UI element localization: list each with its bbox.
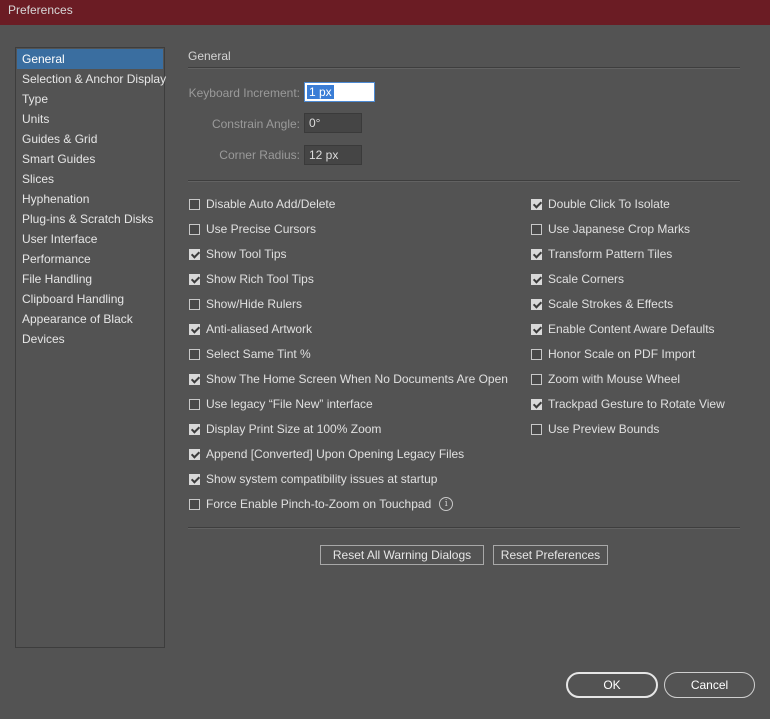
constrain-angle-input[interactable]: 0°: [304, 113, 362, 133]
divider: [188, 527, 740, 529]
divider: [188, 180, 740, 182]
checkbox-box[interactable]: [189, 398, 200, 410]
checkbox-box[interactable]: [531, 373, 542, 385]
checkbox-show-tool-tips[interactable]: Show Tool Tips: [189, 246, 287, 262]
checkbox-box[interactable]: [189, 348, 200, 360]
checkbox-display-print-size[interactable]: Display Print Size at 100% Zoom: [189, 421, 381, 437]
sidebar-item-general[interactable]: General: [17, 49, 163, 69]
checkbox-anti-aliased-artwork[interactable]: Anti-aliased Artwork: [189, 321, 312, 337]
sidebar-item-hyphenation[interactable]: Hyphenation: [17, 189, 163, 209]
title-bar: Preferences: [0, 0, 770, 25]
checkbox-box[interactable]: [189, 273, 200, 285]
checkbox-scale-strokes-effects[interactable]: Scale Strokes & Effects: [531, 296, 673, 312]
cancel-button[interactable]: Cancel: [664, 672, 755, 698]
checkbox-box[interactable]: [189, 323, 200, 335]
checkbox-box[interactable]: [189, 248, 200, 260]
checkbox-show-rich-tool-tips[interactable]: Show Rich Tool Tips: [189, 271, 314, 287]
keyboard-increment-input[interactable]: 1 px: [304, 82, 375, 102]
sidebar-item-clipboard-handling[interactable]: Clipboard Handling: [17, 289, 163, 309]
sidebar-item-plugins-scratch-disks[interactable]: Plug-ins & Scratch Disks: [17, 209, 163, 229]
checkbox-use-japanese-crop-marks[interactable]: Use Japanese Crop Marks: [531, 221, 690, 237]
checkbox-zoom-with-mouse-wheel[interactable]: Zoom with Mouse Wheel: [531, 371, 680, 387]
checkbox-double-click-to-isolate[interactable]: Double Click To Isolate: [531, 196, 670, 212]
keyboard-increment-value: 1 px: [307, 85, 334, 99]
checkbox-box[interactable]: [189, 298, 200, 310]
checkbox-append-converted[interactable]: Append [Converted] Upon Opening Legacy F…: [189, 446, 464, 462]
checkbox-box[interactable]: [531, 223, 542, 235]
sidebar-item-file-handling[interactable]: File Handling: [17, 269, 163, 289]
checkbox-box[interactable]: [189, 198, 200, 210]
constrain-angle-label: Constrain Angle:: [211, 117, 300, 131]
checkbox-box[interactable]: [531, 398, 542, 410]
checkbox-box[interactable]: [189, 498, 200, 510]
checkbox-box[interactable]: [531, 423, 542, 435]
checkbox-scale-corners[interactable]: Scale Corners: [531, 271, 624, 287]
checkbox-use-preview-bounds[interactable]: Use Preview Bounds: [531, 421, 659, 437]
reset-preferences-button[interactable]: Reset Preferences: [493, 545, 608, 565]
checkbox-box[interactable]: [531, 323, 542, 335]
checkbox-trackpad-gesture-rotate[interactable]: Trackpad Gesture to Rotate View: [531, 396, 725, 412]
section-title: General: [188, 49, 231, 63]
checkbox-show-compatibility-issues[interactable]: Show system compatibility issues at star…: [189, 471, 437, 487]
checkbox-box[interactable]: [189, 448, 200, 460]
sidebar-item-devices[interactable]: Devices: [17, 329, 163, 349]
checkbox-force-pinch-to-zoom[interactable]: Force Enable Pinch-to-Zoom on Touchpad i: [189, 496, 454, 512]
divider: [188, 67, 740, 69]
info-icon[interactable]: i: [439, 497, 454, 511]
checkbox-show-hide-rulers[interactable]: Show/Hide Rulers: [189, 296, 302, 312]
checkbox-show-home-screen[interactable]: Show The Home Screen When No Documents A…: [189, 371, 508, 387]
corner-radius-input[interactable]: 12 px: [304, 145, 362, 165]
checkbox-box[interactable]: [531, 298, 542, 310]
checkbox-use-precise-cursors[interactable]: Use Precise Cursors: [189, 221, 316, 237]
preferences-sidebar: General Selection & Anchor Display Type …: [15, 47, 166, 648]
sidebar-item-user-interface[interactable]: User Interface: [17, 229, 163, 249]
ok-button[interactable]: OK: [566, 672, 658, 698]
checkbox-box[interactable]: [189, 223, 200, 235]
checkbox-select-same-tint[interactable]: Select Same Tint %: [189, 346, 311, 362]
sidebar-item-appearance-of-black[interactable]: Appearance of Black: [17, 309, 163, 329]
checkbox-box[interactable]: [189, 423, 200, 435]
checkbox-box[interactable]: [531, 348, 542, 360]
checkbox-transform-pattern-tiles[interactable]: Transform Pattern Tiles: [531, 246, 672, 262]
reset-all-warning-dialogs-button[interactable]: Reset All Warning Dialogs: [320, 545, 484, 565]
checkbox-box[interactable]: [531, 248, 542, 260]
keyboard-increment-label: Keyboard Increment:: [188, 86, 300, 100]
checkbox-box[interactable]: [189, 373, 200, 385]
checkbox-disable-auto-add-delete[interactable]: Disable Auto Add/Delete: [189, 196, 335, 212]
checkbox-use-legacy-file-new[interactable]: Use legacy “File New” interface: [189, 396, 373, 412]
sidebar-item-slices[interactable]: Slices: [17, 169, 163, 189]
window-title: Preferences: [8, 3, 73, 17]
sidebar-item-performance[interactable]: Performance: [17, 249, 163, 269]
checkbox-honor-scale-pdf-import[interactable]: Honor Scale on PDF Import: [531, 346, 695, 362]
checkbox-box[interactable]: [531, 273, 542, 285]
checkbox-enable-content-aware-defaults[interactable]: Enable Content Aware Defaults: [531, 321, 715, 337]
checkbox-box[interactable]: [531, 198, 542, 210]
checkbox-box[interactable]: [189, 473, 200, 485]
corner-radius-label: Corner Radius:: [219, 148, 300, 162]
sidebar-item-guides-grid[interactable]: Guides & Grid: [17, 129, 163, 149]
